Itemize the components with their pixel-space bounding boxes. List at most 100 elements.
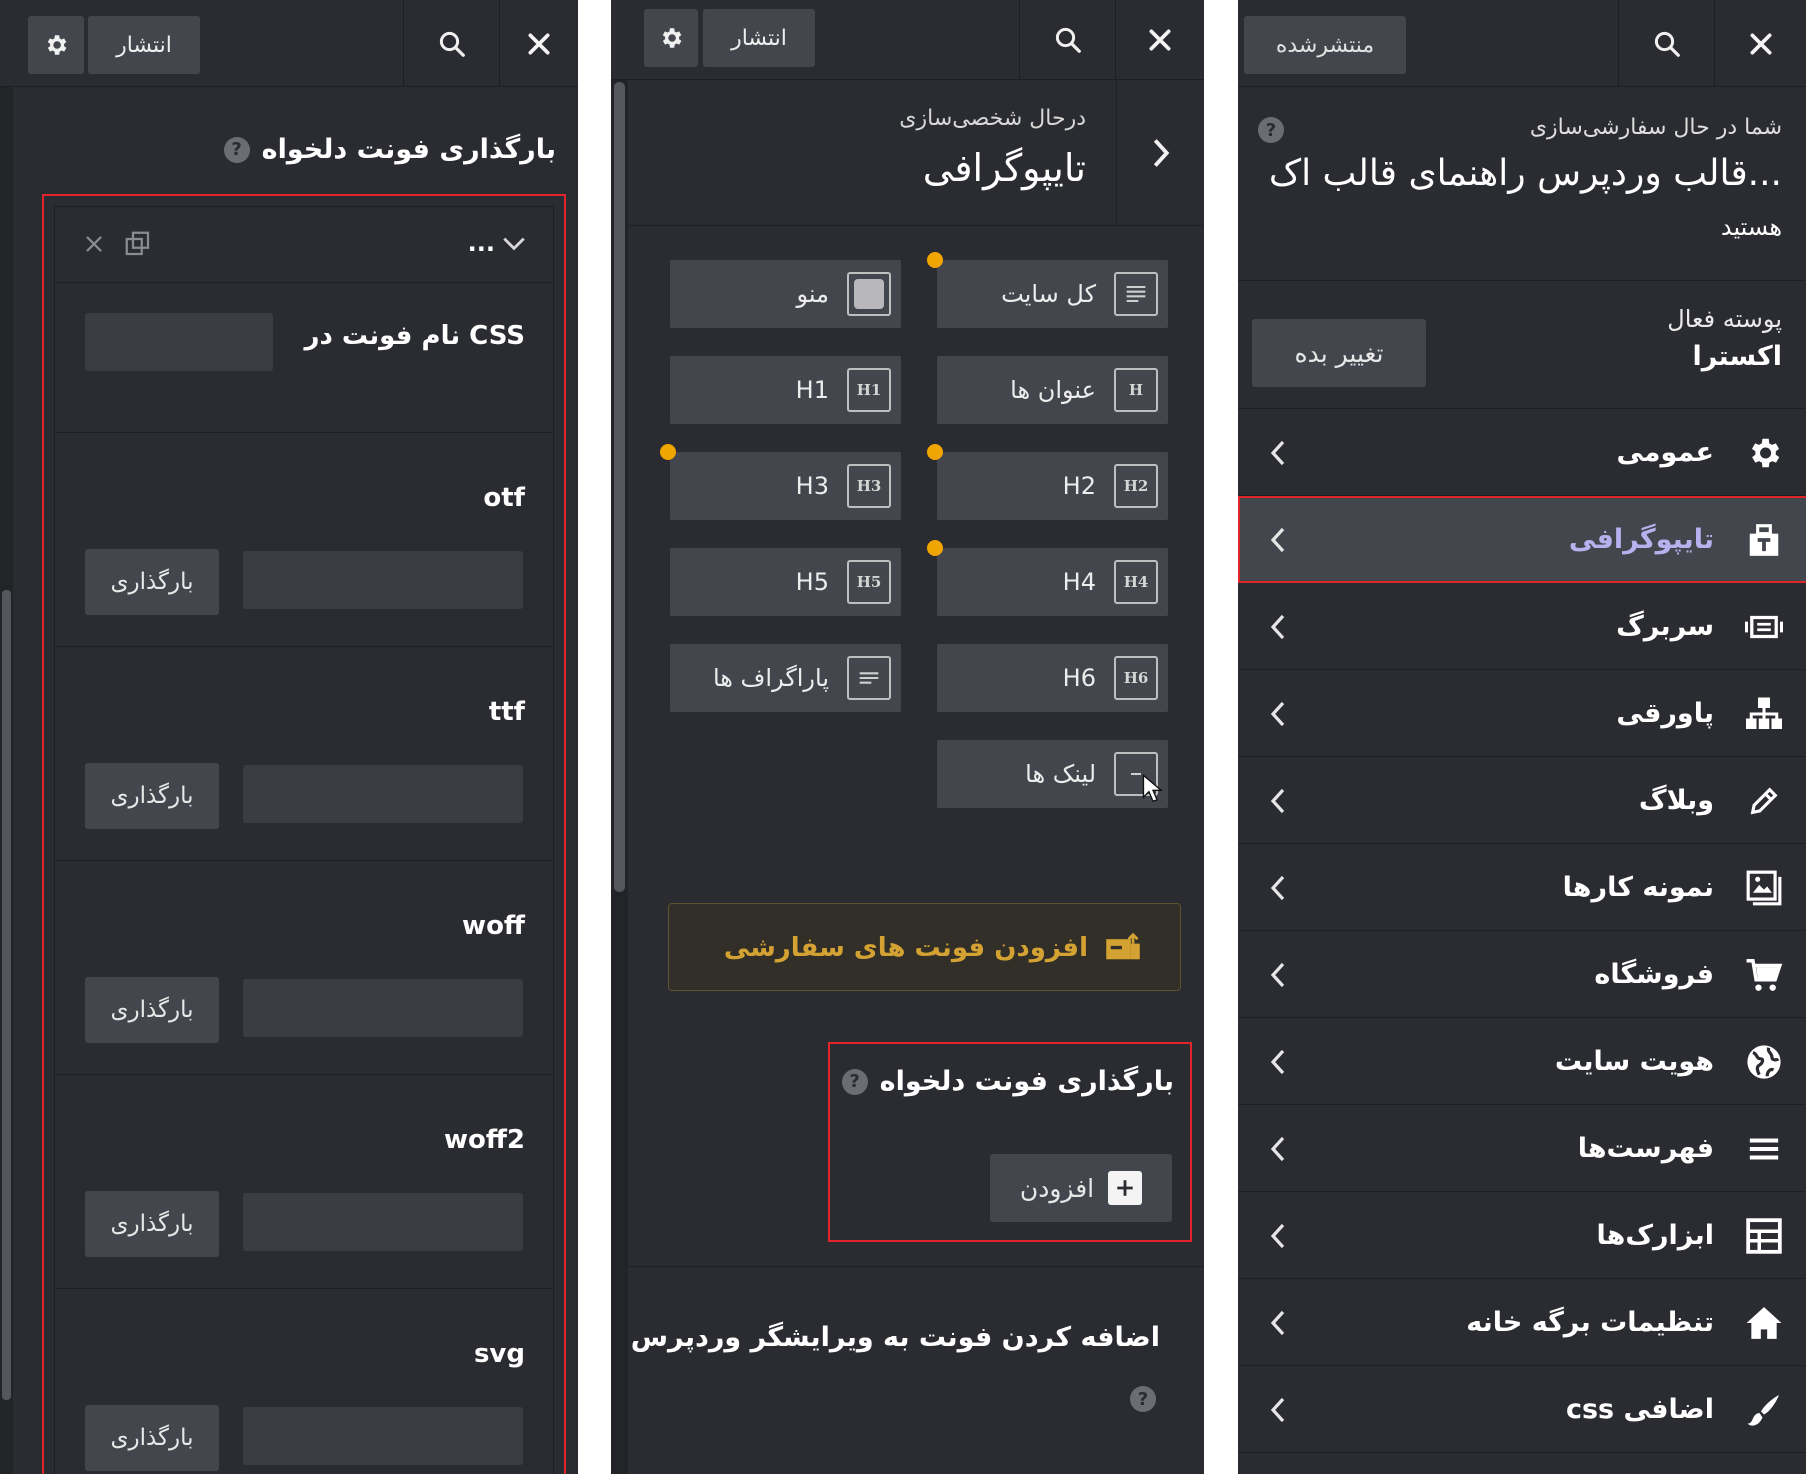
tile-paragraphs[interactable]: پاراگراف ها <box>670 644 901 712</box>
menu-item-label: css اضافی <box>1565 1394 1714 1425</box>
customizer-main-panel: منتشرشده ? شما در حال سفارشی‌سازی قالب و… <box>1238 0 1806 1474</box>
section-title: بارگذاری فونت دلخواه <box>261 134 556 165</box>
tile-site-wide[interactable]: کل سایت <box>937 260 1168 328</box>
section-heading: بارگذاری فونت دلخواه ? <box>223 134 556 165</box>
back-button[interactable] <box>1116 80 1204 226</box>
help-icon[interactable]: ? <box>1258 117 1284 143</box>
upload-button[interactable]: بارگذاری <box>85 1191 219 1257</box>
chevron-down-icon[interactable] <box>501 233 527 255</box>
help-icon[interactable]: ? <box>1130 1386 1156 1412</box>
format-label-woff: woff <box>462 911 525 941</box>
tile-label: H4 <box>1062 568 1096 596</box>
upload-button[interactable]: بارگذاری <box>85 977 219 1043</box>
menu-item-blog[interactable]: وبلاگ <box>1238 757 1806 844</box>
chevron-left-icon <box>1260 1044 1296 1080</box>
file-url-input[interactable] <box>243 1407 523 1465</box>
settings-button[interactable] <box>644 9 698 67</box>
add-button[interactable]: افزودن <box>990 1154 1172 1222</box>
close-button[interactable] <box>499 0 578 87</box>
format-label-woff2: woff2 <box>443 1125 525 1155</box>
tile-h1[interactable]: H1 H1 <box>670 356 901 424</box>
typography-panel: انتشار درحال شخصی‌سازی تایپوگرافی کل سای… <box>611 0 1204 1474</box>
portfolio-icon <box>1744 868 1784 908</box>
chevron-left-icon <box>1260 1305 1296 1341</box>
chevron-left-icon <box>1260 435 1296 471</box>
header-icon <box>1744 607 1784 647</box>
add-button-label: افزودن <box>1019 1173 1095 1203</box>
upload-button[interactable]: بارگذاری <box>85 549 219 615</box>
font-format-row-ttf: ttf بارگذاری <box>55 647 553 861</box>
menu-item-homepage-settings[interactable]: تنظیمات برگه خانه <box>1238 1279 1806 1366</box>
menu-item-footer[interactable]: پاورقی <box>1238 670 1806 757</box>
menu-item-label: وبلاگ <box>1638 785 1714 816</box>
remove-icon[interactable] <box>83 233 105 255</box>
tile-h6[interactable]: H6 H6 <box>937 644 1168 712</box>
gear-icon <box>43 32 69 58</box>
help-icon[interactable]: ? <box>841 1068 868 1095</box>
tile-h2[interactable]: H2 H2 <box>937 452 1168 520</box>
help-icon[interactable]: ? <box>223 136 250 163</box>
search-button[interactable] <box>1019 0 1115 80</box>
close-button[interactable] <box>1714 0 1806 87</box>
menu-item-portfolio[interactable]: نمونه کارها <box>1238 844 1806 931</box>
modified-indicator <box>927 540 943 556</box>
custom-fonts-label: افزودن فونت های سفارشی <box>723 933 1088 963</box>
scrollbar-thumb[interactable] <box>614 82 625 892</box>
file-url-input[interactable] <box>243 551 523 609</box>
menu-item-label: فروشگاه <box>1594 959 1714 990</box>
add-custom-fonts-button[interactable]: افزودن فونت های سفارشی <box>668 903 1181 991</box>
tile-h4[interactable]: H4 H4 <box>937 548 1168 616</box>
publish-button[interactable]: انتشار <box>88 16 200 74</box>
published-status-button[interactable]: منتشرشده <box>1244 16 1406 74</box>
highlight-frame <box>1238 496 1806 583</box>
duplicate-icon[interactable] <box>123 229 153 259</box>
tile-menu[interactable]: منو <box>670 260 901 328</box>
heading-icon: H <box>1114 368 1158 412</box>
square-fill <box>854 279 884 309</box>
menu-item-widgets[interactable]: ابزارک‌ها <box>1238 1192 1806 1279</box>
brush-icon <box>1744 1390 1784 1430</box>
upload-button[interactable]: بارگذاری <box>85 1405 219 1471</box>
modified-indicator <box>927 444 943 460</box>
menu-item-label: هویت سایت <box>1554 1046 1714 1077</box>
scrollbar-thumb[interactable] <box>2 590 11 1400</box>
menu-item-shop[interactable]: فروشگاه <box>1238 931 1806 1018</box>
gear-icon <box>1744 433 1784 473</box>
tile-h3[interactable]: H3 H3 <box>670 452 901 520</box>
publish-button[interactable]: انتشار <box>703 9 815 67</box>
menu-item-general[interactable]: عمومی <box>1238 409 1806 496</box>
divider <box>628 1266 1204 1267</box>
tile-label: کل سایت <box>1001 280 1096 308</box>
customizer-top-bar: منتشرشده <box>1238 0 1806 87</box>
menu-item-additional-css[interactable]: css اضافی <box>1238 1366 1806 1453</box>
modified-indicator <box>660 444 676 460</box>
css-name-input[interactable] <box>85 313 273 371</box>
tile-h5[interactable]: H5 H5 <box>670 548 901 616</box>
close-button[interactable] <box>1115 0 1204 80</box>
search-button[interactable] <box>403 0 499 87</box>
font-repeater-item: ... نام فونت در CSS otf بارگذاری ttf بار… <box>54 206 554 1474</box>
close-icon <box>1147 27 1173 53</box>
upload-button[interactable]: بارگذاری <box>85 763 219 829</box>
font-format-row-woff: woff بارگذاری <box>55 861 553 1075</box>
tile-links[interactable]: لینک ها <box>937 740 1168 808</box>
settings-button[interactable] <box>28 16 84 74</box>
search-button[interactable] <box>1618 0 1714 87</box>
menu-item-menus[interactable]: فهرست‌ها <box>1238 1105 1806 1192</box>
section-header: درحال شخصی‌سازی تایپوگرافی <box>628 80 1204 226</box>
menu-item-header[interactable]: سربرگ <box>1238 583 1806 670</box>
menu-item-label: نمونه کارها <box>1562 872 1714 903</box>
h6-icon: H6 <box>1114 656 1158 700</box>
tile-headings[interactable]: عنوان ها H <box>937 356 1168 424</box>
h4-icon: H4 <box>1114 560 1158 604</box>
home-icon <box>1744 1303 1784 1343</box>
change-theme-button[interactable]: تغییر بده <box>1252 319 1426 387</box>
file-url-input[interactable] <box>243 979 523 1037</box>
file-url-input[interactable] <box>243 765 523 823</box>
tile-label: H3 <box>795 472 829 500</box>
repeater-item-header[interactable]: ... <box>55 207 553 283</box>
font-format-row-woff2: woff2 بارگذاری <box>55 1075 553 1289</box>
page-title: تایپوگرافی <box>922 146 1086 190</box>
menu-item-site-identity[interactable]: هویت سایت <box>1238 1018 1806 1105</box>
file-url-input[interactable] <box>243 1193 523 1251</box>
